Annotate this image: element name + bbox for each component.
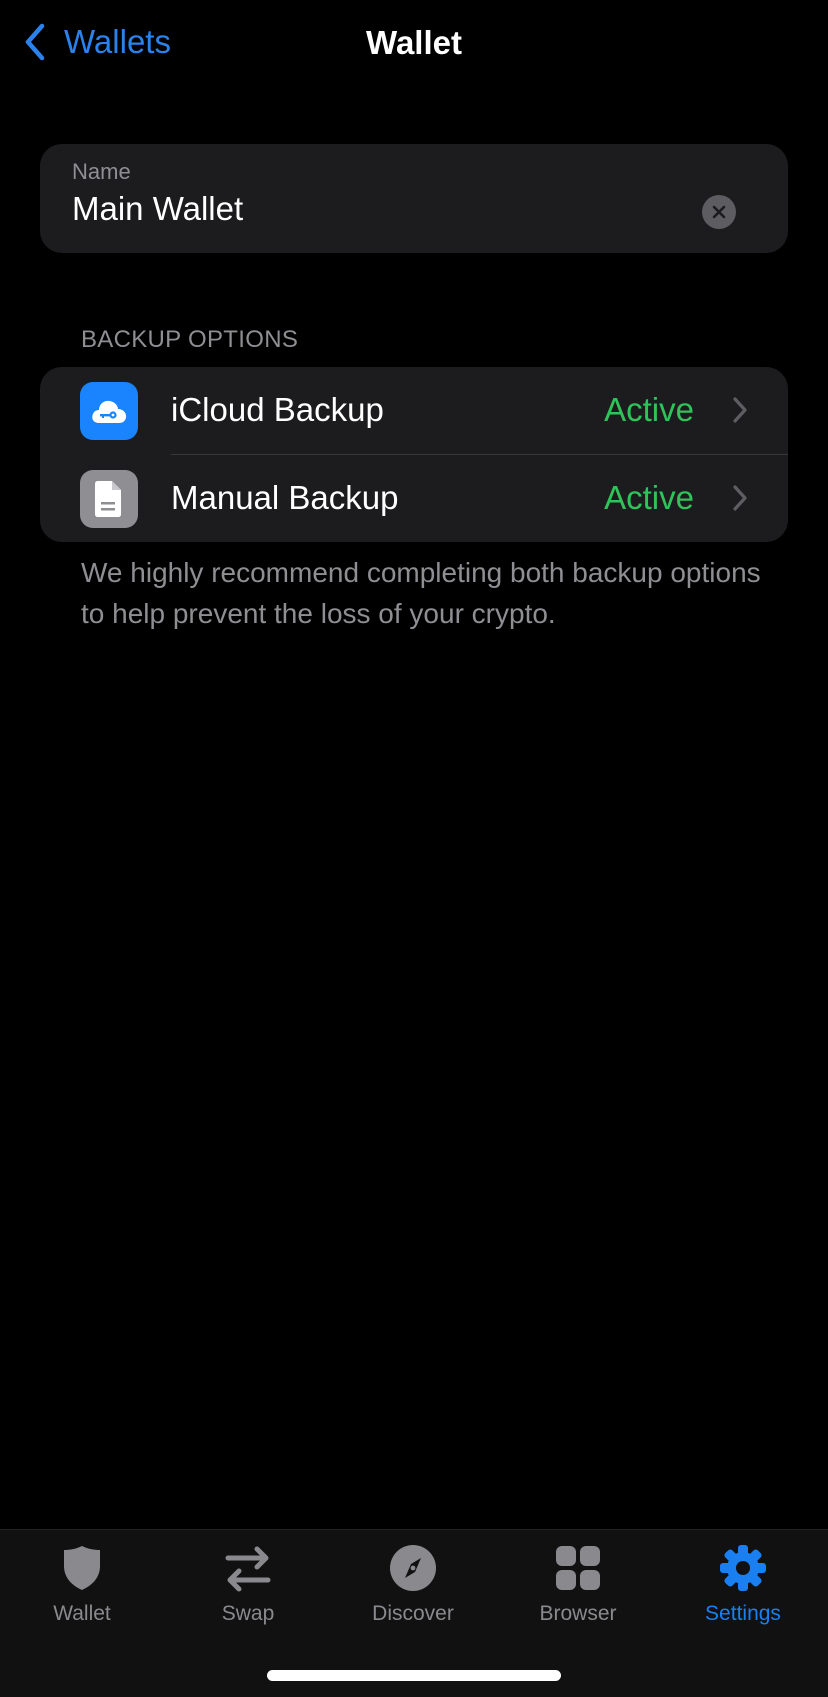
cloud-key-icon (92, 400, 127, 423)
backup-options-header: BACKUP OPTIONS (81, 326, 299, 353)
name-field-label: Name (72, 159, 131, 184)
manual-backup-status: Active (604, 479, 694, 516)
icloud-backup-label: iCloud Backup (171, 391, 384, 428)
tab-settings[interactable]: Settings (673, 1542, 813, 1632)
wallet-name-input[interactable] (72, 190, 692, 228)
clear-circle-icon (712, 205, 726, 219)
tab-swap[interactable]: Swap (178, 1542, 318, 1632)
tab-swap-label: Swap (221, 1602, 275, 1625)
manual-backup-label: Manual Backup (171, 479, 399, 516)
manual-backup-row[interactable]: Manual Backup Active (40, 455, 788, 542)
swap-arrows-icon (225, 1546, 271, 1592)
navigation-bar: Wallets Wallet (0, 0, 828, 90)
grid-icon (556, 1546, 600, 1590)
icloud-backup-icon-tile (80, 382, 138, 440)
document-icon (95, 481, 121, 517)
compass-icon (390, 1545, 436, 1591)
backup-recommendation-note: We highly recommend completing both back… (81, 557, 761, 629)
wallet-name-card: Name (40, 144, 788, 253)
shield-icon (64, 1546, 100, 1590)
chevron-right-icon (733, 397, 747, 423)
tab-discover-label: Discover (372, 1602, 454, 1625)
chevron-right-icon (733, 485, 747, 511)
manual-backup-icon-tile (80, 470, 138, 528)
icloud-backup-status: Active (604, 391, 694, 428)
tab-wallet-label: Wallet (53, 1602, 111, 1625)
tab-browser-label: Browser (539, 1602, 617, 1625)
page-title: Wallet (366, 24, 462, 61)
tab-wallet[interactable]: Wallet (12, 1542, 152, 1632)
home-indicator[interactable] (267, 1670, 561, 1681)
tab-settings-label: Settings (705, 1602, 781, 1625)
clear-text-button[interactable] (702, 195, 736, 229)
tab-browser[interactable]: Browser (508, 1542, 648, 1632)
gear-icon (720, 1545, 766, 1591)
icloud-backup-row[interactable]: iCloud Backup Active (40, 367, 788, 454)
backup-options-list: iCloud Backup Active Manual Backup Activ… (40, 367, 788, 542)
tab-discover[interactable]: Discover (343, 1542, 483, 1632)
